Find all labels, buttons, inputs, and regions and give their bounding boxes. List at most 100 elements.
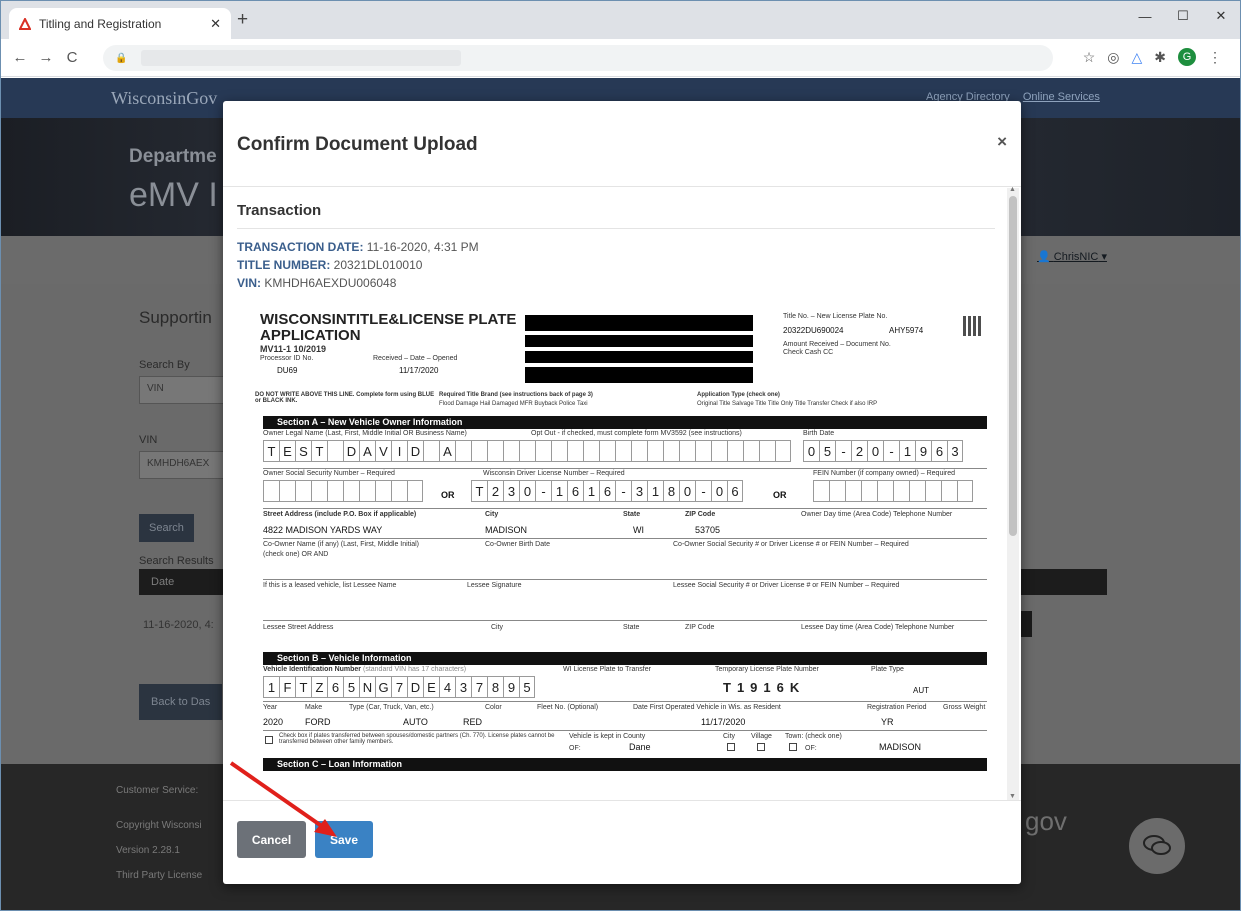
form-char-cell: 1 xyxy=(899,440,915,462)
modal-title: Confirm Document Upload xyxy=(237,134,478,155)
profile-avatar[interactable]: G xyxy=(1178,48,1196,66)
scrollbar-thumb[interactable] xyxy=(1009,196,1017,536)
online-services-link[interactable]: Online Services xyxy=(1023,91,1100,103)
form-char-cell xyxy=(519,440,535,462)
form-char-cell: 9 xyxy=(915,440,931,462)
form-char-cell: T xyxy=(295,676,311,698)
form-char-cell: 8 xyxy=(663,480,679,502)
close-tab-icon[interactable]: ✕ xyxy=(210,16,221,32)
form-char-cell xyxy=(679,440,695,462)
vehicle-vin-label: Vehicle Identification Number (standard … xyxy=(263,666,466,673)
cancel-button[interactable]: Cancel xyxy=(237,821,306,858)
new-tab-button[interactable]: + xyxy=(237,10,248,29)
dl-label: Wisconsin Driver License Number – Requir… xyxy=(483,470,625,477)
form-char-cell xyxy=(391,480,407,502)
lessee-name-label: If this is a leased vehicle, list Lessee… xyxy=(263,582,397,589)
triangle-extension-icon[interactable]: △ xyxy=(1131,49,1142,66)
confirm-upload-modal: Confirm Document Upload × Transaction TR… xyxy=(223,101,1021,884)
form-char-cell xyxy=(263,480,279,502)
maximize-icon[interactable]: ☐ xyxy=(1164,1,1202,31)
form-char-cell xyxy=(551,440,567,462)
vehicle-vin-cells: 1FTZ65NG7DE437895 xyxy=(263,676,535,698)
form-char-cell xyxy=(695,440,711,462)
plate-type-value: AUT xyxy=(913,686,929,695)
back-icon[interactable]: ← xyxy=(7,49,33,66)
town-checkbox xyxy=(789,743,797,751)
title-number-label: TITLE NUMBER: xyxy=(237,258,331,272)
brand-label: Required Title Brand (see instructions b… xyxy=(439,392,593,398)
birth-date-label: Birth Date xyxy=(803,430,835,437)
form-char-cell xyxy=(941,480,957,502)
footer-copyright: Copyright Wisconsi xyxy=(116,820,202,831)
type-label: Type (Car, Truck, Van, etc.) xyxy=(349,704,434,711)
form-char-cell xyxy=(359,480,375,502)
title-number-row: TITLE NUMBER: 20321DL010010 xyxy=(237,258,422,272)
form-char-cell xyxy=(455,440,471,462)
modal-footer: Cancel Save xyxy=(223,800,1021,884)
form-char-cell xyxy=(471,440,487,462)
puzzle-icon[interactable]: ✱ xyxy=(1154,49,1166,66)
form-char-cell xyxy=(615,440,631,462)
page-heading: Supportin xyxy=(139,308,212,327)
browser-tab[interactable]: Titling and Registration ✕ xyxy=(9,8,231,39)
form-char-cell: S xyxy=(295,440,311,462)
reload-icon[interactable]: C xyxy=(59,49,85,66)
state-value: WI xyxy=(633,525,644,535)
scroll-down-icon[interactable]: ▼ xyxy=(1009,793,1016,800)
footer-customer-service: Customer Service: xyxy=(116,785,199,796)
address-bar[interactable]: 🔒 xyxy=(103,45,1053,71)
state-label: State xyxy=(623,511,641,518)
menu-kebab-icon[interactable]: ⋮ xyxy=(1208,49,1222,66)
ssn-label: Owner Social Security Number – Required xyxy=(263,470,395,477)
form-char-cell: - xyxy=(695,480,711,502)
make-label: Make xyxy=(305,704,323,711)
star-icon[interactable]: ☆ xyxy=(1083,49,1096,66)
redaction-bar xyxy=(525,315,753,331)
form-char-cell xyxy=(727,440,743,462)
owner-name-cells: TESTDAVIDA xyxy=(263,440,791,462)
or-label: OR xyxy=(441,490,455,500)
title-number-value: 20321DL010010 xyxy=(333,258,423,272)
search-by-select[interactable]: VIN xyxy=(139,376,229,404)
form-char-cell: 8 xyxy=(487,676,503,698)
redaction-bar xyxy=(525,367,753,383)
search-button[interactable]: Search xyxy=(139,514,194,542)
form-char-cell xyxy=(375,480,391,502)
section-c-header: Section C – Loan Information xyxy=(263,758,987,771)
form-char-cell xyxy=(829,480,845,502)
save-button[interactable]: Save xyxy=(315,821,373,858)
dl-cells: T230-1616-3180-06 xyxy=(471,480,743,502)
opt-out-label: Opt Out - if checked, must complete form… xyxy=(531,430,742,437)
vin-label: VIN: xyxy=(237,276,261,290)
user-menu[interactable]: 👤 ChrisNIC ▾ xyxy=(1037,250,1107,263)
town-value: MADISON xyxy=(879,742,922,752)
divider xyxy=(263,508,987,509)
back-to-dashboard-button[interactable]: Back to Das xyxy=(139,684,223,720)
modal-scrollbar[interactable]: ▲ ▼ xyxy=(1007,186,1019,800)
close-window-icon[interactable]: ✕ xyxy=(1202,1,1240,31)
forward-icon[interactable]: → xyxy=(33,49,59,66)
scroll-up-icon[interactable]: ▲ xyxy=(1009,186,1016,193)
footer-third-party[interactable]: Third Party License xyxy=(116,870,202,881)
form-char-cell xyxy=(599,440,615,462)
lock-icon: 🔒 xyxy=(115,52,128,64)
app-type-label: Application Type (check one) xyxy=(697,392,780,398)
browser-window: Titling and Registration ✕ + — ☐ ✕ ← → C… xyxy=(0,0,1241,911)
extensions-area: ☆ ◎ △ ✱ G ⋮ xyxy=(1083,48,1222,66)
extension-circle-icon[interactable]: ◎ xyxy=(1107,49,1119,66)
result-row-date[interactable]: 11-16-2020, 4: xyxy=(143,619,214,631)
form-char-cell xyxy=(327,480,343,502)
chat-icon[interactable] xyxy=(1129,818,1185,874)
registration-period-value: YR xyxy=(881,717,894,727)
wisconsin-logo[interactable]: WisconsinGov xyxy=(111,88,217,109)
form-char-cell xyxy=(711,440,727,462)
transfer-note: Check box if plates transferred between … xyxy=(279,733,555,745)
form-char-cell xyxy=(743,440,759,462)
close-icon[interactable]: × xyxy=(997,132,1007,152)
modal-body[interactable]: Transaction TRANSACTION DATE: 11-16-2020… xyxy=(223,188,1009,800)
vin-input[interactable]: KMHDH6AEX xyxy=(139,451,229,479)
received-label: Received – Date – Opened xyxy=(373,355,458,362)
form-char-cell: 4 xyxy=(439,676,455,698)
form-char-cell: D xyxy=(407,440,423,462)
minimize-icon[interactable]: — xyxy=(1126,1,1164,31)
